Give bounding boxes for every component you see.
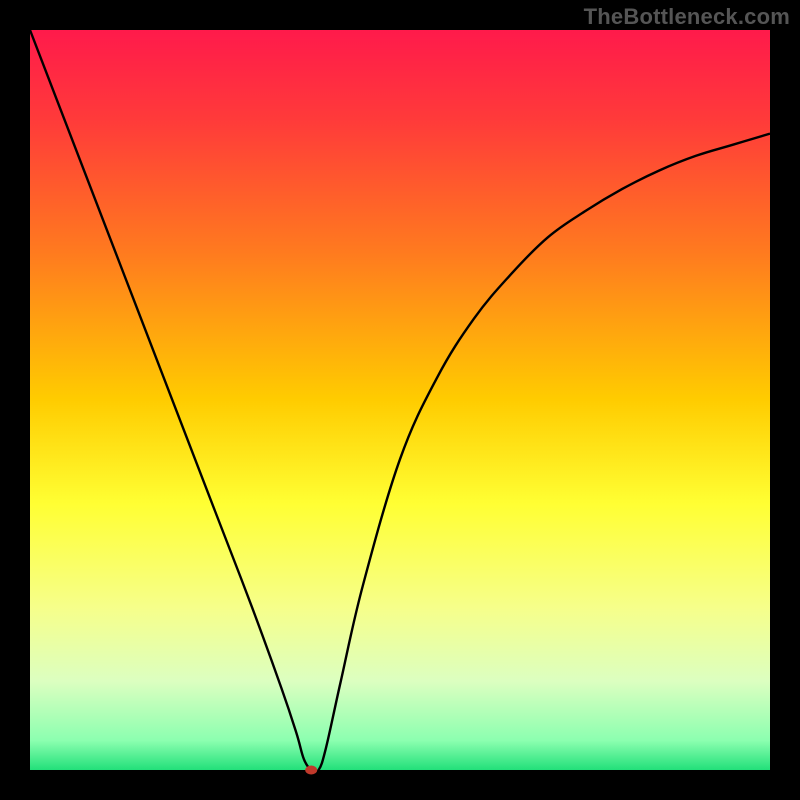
bottleneck-curve <box>30 30 770 772</box>
curve-layer <box>30 30 770 770</box>
chart-frame: TheBottleneck.com <box>0 0 800 800</box>
watermark-text: TheBottleneck.com <box>584 4 790 30</box>
minimum-point-marker <box>305 766 317 775</box>
